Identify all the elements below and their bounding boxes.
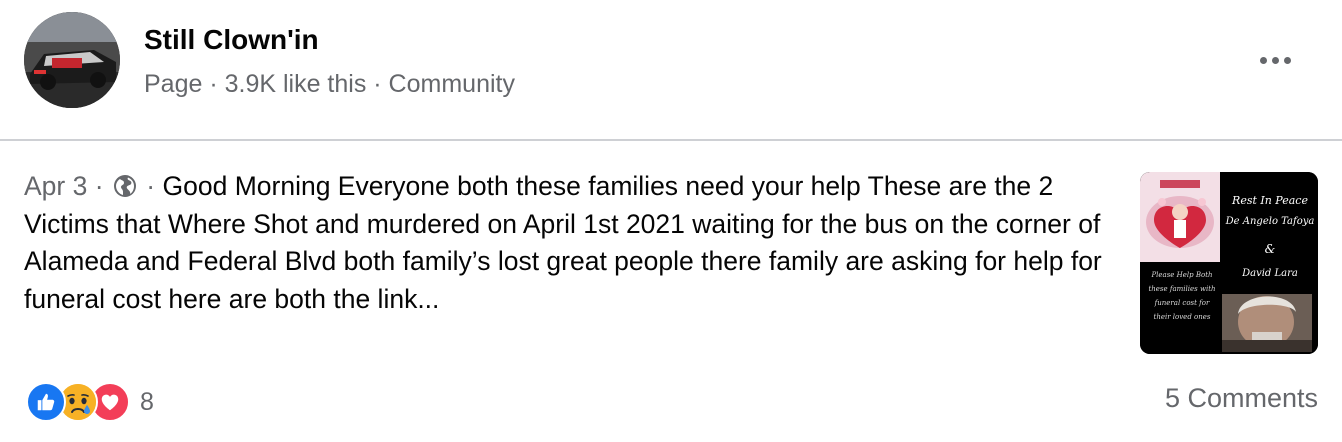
car-photo-icon [24,12,120,108]
more-options-button[interactable] [1254,46,1296,74]
like-icon [26,382,66,422]
more-dot-icon [1259,56,1267,64]
page-name[interactable]: Still Clown'in [144,24,319,56]
meta-separator: · [146,171,156,201]
thumbnail-name-1: De Angelo Tafoya [1225,216,1315,227]
thumbnail-ampersand: & [1264,242,1276,256]
comments-count-link[interactable]: 5 Comments [1165,383,1318,414]
more-dot-icon [1283,56,1291,64]
post-body: Apr 3 · · Good Morning Everyone both the… [24,168,1114,318]
thumbnail-name-2: David Lara [1242,268,1298,279]
meta-separator: · [94,171,104,201]
globe-icon [113,175,136,197]
header-divider [0,139,1342,141]
more-dot-icon [1271,56,1279,64]
post-image-thumbnail[interactable]: Rest In Peace De Angelo Tafoya & David L… [1140,172,1318,354]
post-message: Good Morning Everyone both these familie… [24,171,1102,314]
page-avatar[interactable] [24,12,120,108]
reaction-count: 8 [140,387,154,416]
thumbnail-heading: Rest In Peace [1232,194,1308,207]
page-meta: Page · 3.9K like this · Community [144,70,515,98]
thumbnail-small-text: Please Help Both these families with fun… [1148,271,1216,321]
post-date[interactable]: Apr 3 [24,171,87,201]
post-header: Still Clown'in Page · 3.9K like this · C… [0,0,1342,140]
reactions-summary[interactable]: 8 [26,382,154,422]
